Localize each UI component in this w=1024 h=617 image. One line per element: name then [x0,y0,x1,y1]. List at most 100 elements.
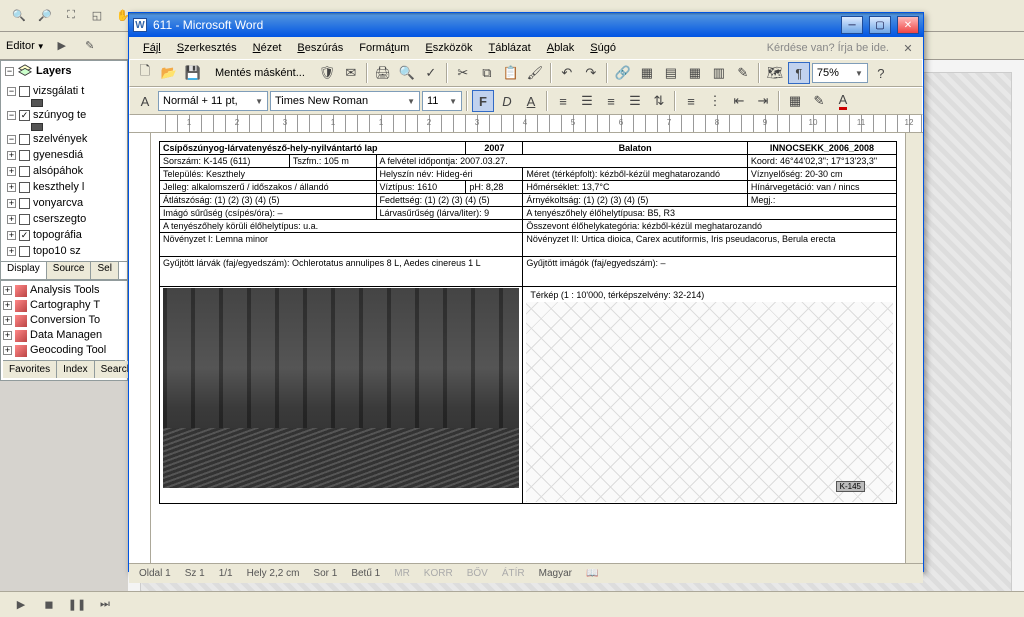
style-combo[interactable]: Normál + 11 pt,▼ [158,91,268,111]
menu-insert[interactable]: Beszúrás [291,40,349,56]
expand-icon[interactable]: + [3,301,12,310]
underline-icon[interactable]: A [520,90,542,112]
numbering-icon[interactable]: ≡ [680,90,702,112]
indent-icon[interactable]: ⇥ [752,90,774,112]
columns-icon[interactable]: ▥ [708,62,730,84]
layer-checkbox[interactable] [19,198,30,209]
editor-tool-icon[interactable]: ✎ [79,35,101,57]
status-lang[interactable]: Magyar [539,568,572,579]
paste-icon[interactable]: 📋 [500,62,522,84]
expand-icon[interactable]: + [3,286,12,295]
word-titlebar[interactable]: W 611 - Microsoft Word ─ ▢ ✕ [129,13,923,37]
print-preview-icon[interactable]: 🔍 [396,62,418,84]
tables-borders-icon[interactable]: ▦ [636,62,658,84]
layer-row[interactable]: +gyenesdiá [7,147,127,163]
minimize-button[interactable]: ─ [841,16,863,34]
save-as-button[interactable]: Mentés másként... [206,64,314,82]
email-icon[interactable]: ✉ [340,62,362,84]
vertical-scrollbar[interactable] [905,133,923,563]
menu-view[interactable]: Nézet [247,40,288,56]
vertical-ruler[interactable] [129,133,151,563]
bold-icon[interactable]: F [472,90,494,112]
zoom-combo[interactable]: 75%▼ [812,63,868,83]
layer-row[interactable]: +✓topográfia [7,227,127,243]
zoom-in-icon[interactable]: 🔍 [8,5,30,27]
styles-pane-icon[interactable]: A [134,90,156,112]
font-color-icon[interactable]: A [832,90,854,112]
layer-checkbox[interactable] [19,246,30,257]
doc-map-icon[interactable]: 🗺 [764,62,786,84]
toolbox-row[interactable]: +Conversion To [3,313,125,328]
copy-icon[interactable]: ⧉ [476,62,498,84]
menu-table[interactable]: Táblázat [483,40,537,56]
show-para-icon[interactable]: ¶ [788,62,810,84]
toolbox-tab-favorites[interactable]: Favorites [3,361,57,378]
layer-checkbox[interactable] [19,182,30,193]
document-page[interactable]: Csípőszúnyog-lárvatenyésző-hely-nyilvánt… [151,133,905,563]
borders-icon[interactable]: ▦ [784,90,806,112]
drawing-icon[interactable]: ✎ [732,62,754,84]
status-rec[interactable]: MR [394,568,410,579]
timeline-stop-icon[interactable]: ◼ [38,594,60,616]
timeline-step-icon[interactable]: ⏭ [94,594,116,616]
status-book-icon[interactable]: 📖 [586,568,598,579]
expand-icon[interactable]: + [7,167,16,176]
open-icon[interactable]: 📂 [158,62,180,84]
status-ext[interactable]: BŐV [467,568,488,579]
toc-tab-sel[interactable]: Sel [91,262,118,279]
expand-icon[interactable]: + [7,199,16,208]
editor-dropdown[interactable]: Editor▼ [6,40,45,52]
hyperlink-icon[interactable]: 🔗 [612,62,634,84]
highlight-icon[interactable]: ✎ [808,90,830,112]
toolbox-row[interactable]: +Analysis Tools [3,283,125,298]
menu-window[interactable]: Ablak [541,40,581,56]
collapse-icon[interactable]: − [5,67,14,76]
expand-icon[interactable]: − [7,87,16,96]
expand-icon[interactable]: + [7,151,16,160]
italic-icon[interactable]: D [496,90,518,112]
layer-checkbox[interactable]: ✓ [19,110,30,121]
toc-tab-source[interactable]: Source [47,262,92,279]
toolbox-row[interactable]: +Geocoding Tool [3,343,125,358]
spellcheck-icon[interactable]: ✓ [420,62,442,84]
expand-icon[interactable]: − [7,111,16,120]
layer-checkbox[interactable] [19,214,30,225]
undo-icon[interactable]: ↶ [556,62,578,84]
font-combo[interactable]: Times New Roman▼ [270,91,420,111]
layer-row[interactable]: −✓szúnyog te [7,107,127,123]
layer-row[interactable]: +keszthely l [7,179,127,195]
full-extent-icon[interactable]: ⛶ [60,5,82,27]
cut-icon[interactable]: ✂ [452,62,474,84]
toolbox-row[interactable]: +Cartography T [3,298,125,313]
timeline-play-icon[interactable]: ▶ [10,594,32,616]
layer-checkbox[interactable] [19,166,30,177]
format-painter-icon[interactable]: 🖌 [524,62,546,84]
excel-icon[interactable]: ▦ [684,62,706,84]
align-left-icon[interactable]: ≡ [552,90,574,112]
status-ovr[interactable]: ÁTÍR [502,568,525,579]
status-trk[interactable]: KORR [424,568,453,579]
font-size-combo[interactable]: 11▼ [422,91,462,111]
redo-icon[interactable]: ↷ [580,62,602,84]
permission-icon[interactable]: 🛡 [316,62,338,84]
toc-tab-display[interactable]: Display [1,262,47,279]
expand-icon[interactable]: + [7,247,16,256]
layer-row[interactable]: −szelvények [7,131,127,147]
fixed-zoom-in-icon[interactable]: ◱ [86,5,108,27]
horizontal-ruler[interactable]: 1231123456789101112131415 [129,115,923,133]
help-icon[interactable]: ? [870,62,892,84]
zoom-out-icon[interactable]: 🔎 [34,5,56,27]
expand-icon[interactable]: + [7,231,16,240]
outdent-icon[interactable]: ⇤ [728,90,750,112]
toolbox-row[interactable]: +Data Managen [3,328,125,343]
line-spacing-icon[interactable]: ⇅ [648,90,670,112]
new-doc-icon[interactable]: 🗋 [134,62,156,84]
align-center-icon[interactable]: ☰ [576,90,598,112]
layer-row[interactable]: +cserszegto [7,211,127,227]
justify-icon[interactable]: ☰ [624,90,646,112]
expand-icon[interactable]: + [3,316,12,325]
layer-row[interactable]: +alsópáhok [7,163,127,179]
expand-icon[interactable]: + [3,346,12,355]
menu-tools[interactable]: Eszközök [419,40,478,56]
layer-row[interactable]: +vonyarcva [7,195,127,211]
